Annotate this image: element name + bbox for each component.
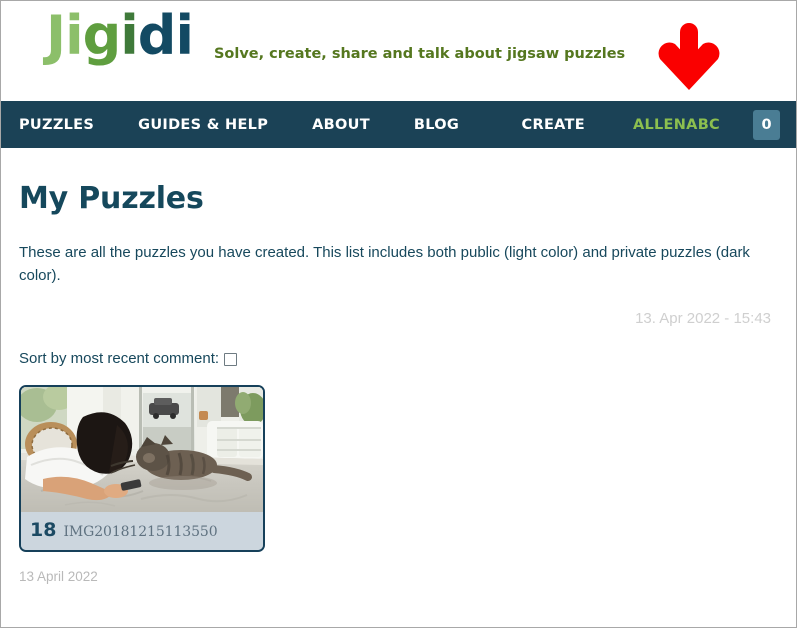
- puzzle-grid: 18 IMG20181215113550: [19, 384, 778, 552]
- timestamp-row: 13. Apr 2022 - 15:43: [19, 310, 778, 328]
- nav-right-group: CREATE ALLENABC 0: [522, 109, 780, 140]
- main-navigation: PUZZLES GUIDES & HELP ABOUT BLOG CREATE …: [1, 101, 796, 148]
- sort-by-recent-comment-checkbox[interactable]: [224, 352, 238, 366]
- logo-letter-4: i: [120, 4, 138, 67]
- logo-letter-1: J: [46, 4, 66, 67]
- puzzle-group-date: 13 April 2022: [19, 568, 98, 584]
- nav-item-create[interactable]: CREATE: [522, 111, 585, 139]
- nav-item-username[interactable]: ALLENABC: [633, 111, 720, 139]
- nav-item-about[interactable]: ABOUT: [312, 111, 370, 139]
- puzzle-thumbnail: [21, 386, 263, 512]
- logo-letter-5: d: [137, 4, 177, 67]
- puzzle-caption: 18 IMG20181215113550: [21, 511, 263, 550]
- page-description: These are all the puzzles you have creat…: [19, 244, 750, 285]
- last-updated-timestamp: 13. Apr 2022 - 15:43: [635, 309, 771, 327]
- puzzle-piece-count: 18: [30, 518, 57, 541]
- sort-control-row: Sort by most recent comment:: [19, 350, 778, 367]
- nav-item-puzzles[interactable]: PUZZLES: [19, 111, 94, 139]
- nav-left-group: PUZZLES GUIDES & HELP ABOUT BLOG: [19, 111, 459, 139]
- nav-item-guides-help[interactable]: GUIDES & HELP: [138, 111, 268, 139]
- logo-letter-3: g: [82, 4, 122, 67]
- red-down-arrow-icon: [658, 23, 720, 90]
- puzzle-card[interactable]: 18 IMG20181215113550: [19, 384, 265, 552]
- page-content: My Puzzles These are all the puzzles you…: [1, 181, 796, 584]
- logo-letter-6: i: [175, 4, 193, 67]
- nav-notification-badge[interactable]: 0: [753, 109, 780, 140]
- site-logo[interactable]: Jigidi: [46, 9, 194, 63]
- logo-letter-2: i: [65, 4, 83, 67]
- sort-label: Sort by most recent comment:: [19, 349, 220, 367]
- browser-page: Jigidi Solve, create, share and talk abo…: [0, 0, 797, 628]
- site-header: Jigidi Solve, create, share and talk abo…: [1, 1, 796, 101]
- site-tagline: Solve, create, share and talk about jigs…: [213, 46, 626, 62]
- puzzle-name: IMG20181215113550: [63, 523, 218, 540]
- page-title: My Puzzles: [19, 181, 204, 216]
- nav-item-blog[interactable]: BLOG: [414, 111, 459, 139]
